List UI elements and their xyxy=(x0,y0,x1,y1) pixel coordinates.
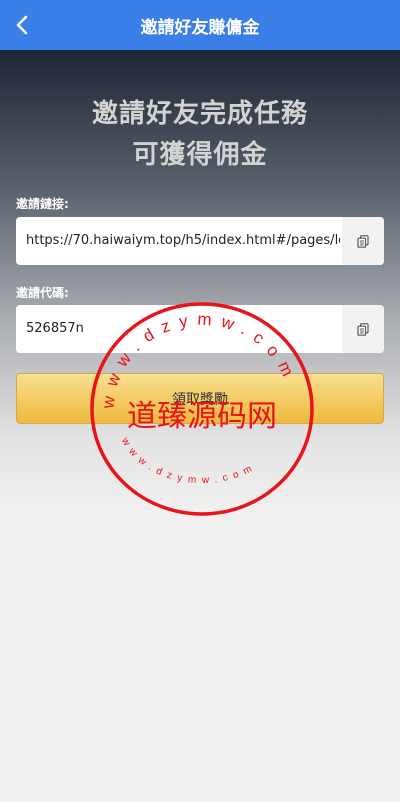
hero-headline-line2: 可獲得佣金 xyxy=(132,140,268,170)
invite-code-label: 邀請代碼: xyxy=(16,286,69,300)
claim-reward-button[interactable]: 領取獎勵 xyxy=(16,373,384,424)
chevron-left-icon xyxy=(16,15,28,35)
copy-link-button[interactable] xyxy=(342,217,384,265)
copy-icon xyxy=(357,322,369,336)
page-title: 邀請好友賺傭金 xyxy=(140,17,260,38)
top-bar: 邀請好友賺傭金 xyxy=(0,0,400,50)
invite-link-label: 邀請鏈接: xyxy=(16,197,69,211)
invite-link-value[interactable]: https://70.haiwaiym.top/h5/index.html#/p… xyxy=(26,217,340,265)
back-button[interactable] xyxy=(0,0,44,50)
invite-link-field[interactable]: https://70.haiwaiym.top/h5/index.html#/p… xyxy=(16,217,384,265)
copy-icon xyxy=(357,234,369,248)
invite-code-value[interactable]: 526857n xyxy=(26,305,340,353)
invite-code-field[interactable]: 526857n xyxy=(16,305,384,353)
hero-headline-line1: 邀請好友完成任務 xyxy=(91,99,308,129)
copy-code-button[interactable] xyxy=(342,305,384,353)
